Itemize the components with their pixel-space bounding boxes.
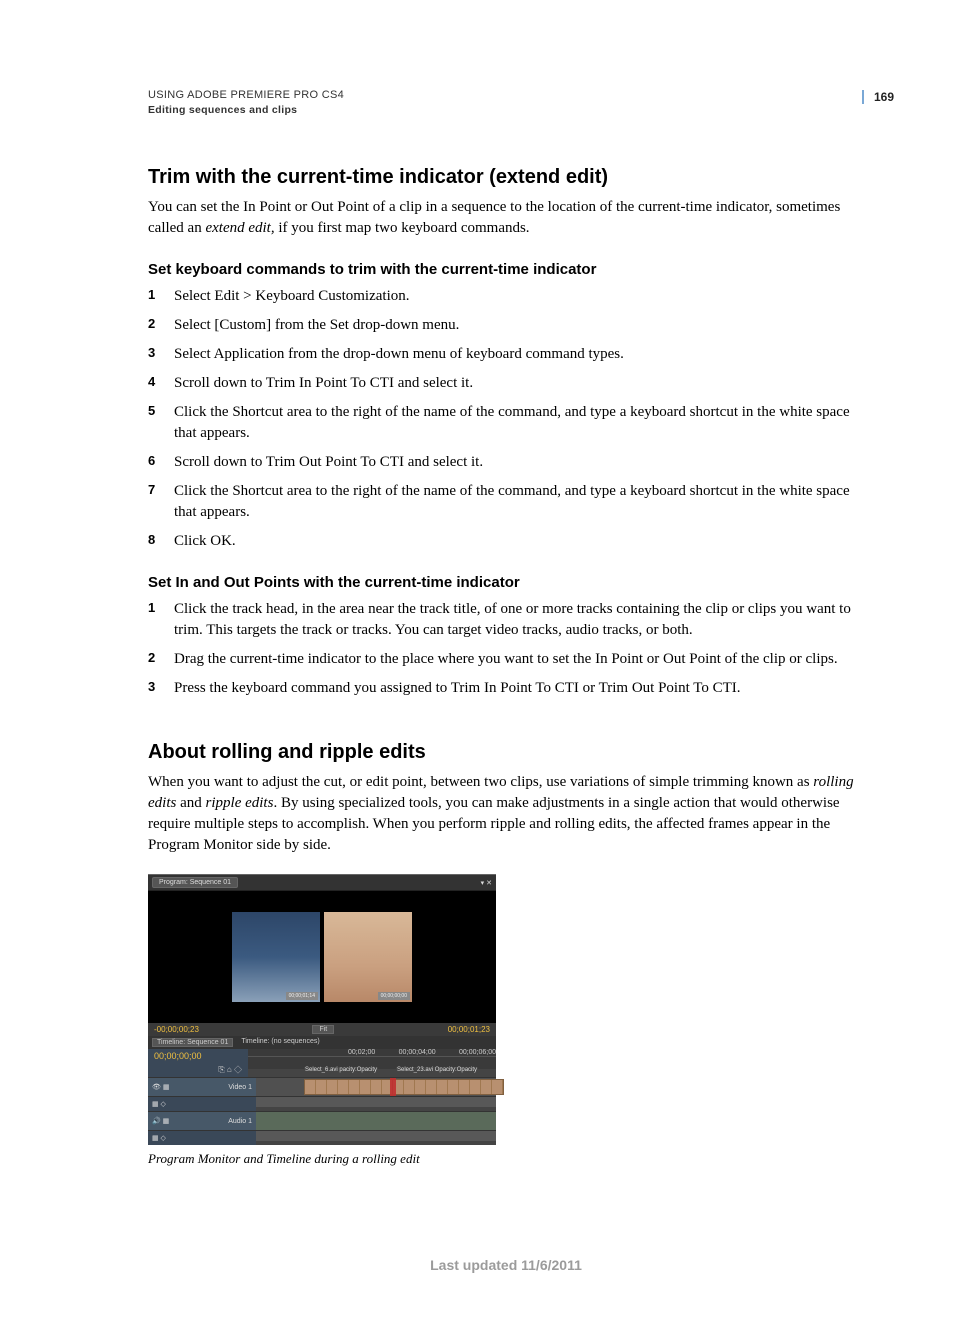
text: and <box>176 795 205 811</box>
audio-track-row: 🔊 ▦ Audio 1 <box>148 1111 496 1130</box>
intro-paragraph: You can set the In Point or Out Point of… <box>148 197 864 239</box>
heading-set-keyboard-commands: Set keyboard commands to trim with the c… <box>148 261 864 278</box>
track-spacer <box>256 1131 496 1141</box>
timeline-tab-active: Timeline: Sequence 01 <box>152 1038 233 1047</box>
right-timecode: 00;00;01;23 <box>448 1025 490 1034</box>
step: Click the Shortcut area to the right of … <box>148 481 864 523</box>
speaker-icon: 🔊 ▦ <box>152 1117 169 1125</box>
video-track-head: 👁 ▦ Video 1 <box>148 1078 256 1096</box>
page-number: 169 <box>862 90 894 104</box>
timeline-tabbar: Timeline: Sequence 01 Timeline: (no sequ… <box>148 1036 496 1049</box>
heading-set-in-out-points: Set In and Out Points with the current-t… <box>148 574 864 591</box>
left-timecode: -00;00;00;23 <box>154 1025 199 1034</box>
figure-caption: Program Monitor and Timeline during a ro… <box>148 1151 864 1167</box>
text: When you want to adjust the cut, or edit… <box>148 774 813 790</box>
zoom-fit-dropdown: Fit <box>312 1025 334 1034</box>
track-spacer <box>256 1097 496 1107</box>
video-track-label: Video 1 <box>228 1084 252 1091</box>
audio-track-label: Audio 1 <box>228 1118 252 1125</box>
text: if you first map two keyboard commands. <box>275 220 530 236</box>
program-monitor-view: 00;00;01;14 00;00;00;00 <box>148 891 496 1023</box>
incoming-frame: 00;00;00;00 <box>324 912 412 1002</box>
step: Press the keyboard command you assigned … <box>148 678 864 699</box>
step: Drag the current-time indicator to the p… <box>148 649 864 670</box>
step: Select Edit > Keyboard Customization. <box>148 286 864 307</box>
step: Click the track head, in the area near t… <box>148 599 864 641</box>
audio-track-head: 🔊 ▦ Audio 1 <box>148 1112 256 1130</box>
ruler-tick: 00;02;00 <box>348 1049 375 1056</box>
video-track: Select_6.avi pacity:Opacity Select_23.av… <box>256 1078 496 1096</box>
outgoing-frame: 00;00;01;14 <box>232 912 320 1002</box>
panel-menu-icon: ▾ ✕ <box>481 879 492 887</box>
timeline-tool-icons: ⎘ ⌂ ◇ <box>148 1063 248 1077</box>
step: Select [Custom] from the Set drop-down m… <box>148 315 864 336</box>
timeline-panel: Timeline: Sequence 01 Timeline: (no sequ… <box>148 1036 496 1145</box>
step: Scroll down to Trim In Point To CTI and … <box>148 373 864 394</box>
audio-track-controls-row: ▦ ◇ <box>148 1130 496 1145</box>
steps-keyboard-commands: Select Edit > Keyboard Customization. Se… <box>148 286 864 552</box>
heading-trim-extend-edit: Trim with the current-time indicator (ex… <box>148 166 864 189</box>
steps-in-out-points: Click the track head, in the area near t… <box>148 599 864 699</box>
audio-track-controls: ▦ ◇ <box>148 1131 256 1145</box>
term-ripple-edits: ripple edits <box>206 795 274 811</box>
step: Click the Shortcut area to the right of … <box>148 402 864 444</box>
heading-rolling-ripple: About rolling and ripple edits <box>148 741 864 764</box>
doc-title: USING ADOBE PREMIERE PRO CS4 <box>148 88 864 103</box>
figure-rolling-edit: Program: Sequence 01 ▾ ✕ 00;00;01;14 00;… <box>148 874 864 1167</box>
screenshot-mock: Program: Sequence 01 ▾ ✕ 00;00;01;14 00;… <box>148 874 496 1145</box>
audio-track <box>256 1112 496 1130</box>
video-track-controls: ▦ ◇ <box>148 1097 256 1111</box>
video-track-row: 👁 ▦ Video 1 Select_6.avi pacity:Opacity … <box>148 1077 496 1096</box>
term-extend-edit: extend edit, <box>205 220 274 236</box>
program-monitor-timecode-bar: -00;00;00;23 Fit 00;00;01;23 <box>148 1023 496 1036</box>
section-title: Editing sequences and clips <box>148 103 864 118</box>
step: Click OK. <box>148 531 864 552</box>
timeline-cti-timecode: 00;00;00;00 <box>148 1049 248 1063</box>
clip-a <box>304 1079 394 1095</box>
intro-rolling-ripple: When you want to adjust the cut, or edit… <box>148 772 864 856</box>
page: 169 USING ADOBE PREMIERE PRO CS4 Editing… <box>0 0 954 1333</box>
program-monitor-tab: Program: Sequence 01 <box>152 877 238 888</box>
rolling-edit-point <box>390 1078 396 1096</box>
clip-b <box>392 1079 504 1095</box>
timeline-tab-inactive: Timeline: (no sequences) <box>241 1038 319 1047</box>
ruler-tick: 00;00;06;00 <box>459 1049 496 1056</box>
video-track-controls-row: ▦ ◇ <box>148 1096 496 1111</box>
step: Select Application from the drop-down me… <box>148 344 864 365</box>
clip-b-label: Select_23.avi Opacity:Opacity <box>396 1067 478 1073</box>
ruler-tick: 00;00;04;00 <box>399 1049 436 1056</box>
step: Scroll down to Trim Out Point To CTI and… <box>148 452 864 473</box>
footer-last-updated: Last updated 11/6/2011 <box>148 1257 864 1273</box>
clip-a-label: Select_6.avi pacity:Opacity <box>304 1067 378 1073</box>
eye-icon: 👁 ▦ <box>152 1083 169 1091</box>
outgoing-frame-timecode: 00;00;01;14 <box>286 992 318 1000</box>
timeline-ruler: 00;02;00 00;00;04;00 00;00;06;00 <box>248 1049 496 1056</box>
incoming-frame-timecode: 00;00;00;00 <box>378 992 410 1000</box>
program-monitor-tabbar: Program: Sequence 01 ▾ ✕ <box>148 874 496 891</box>
running-header: USING ADOBE PREMIERE PRO CS4 Editing seq… <box>148 88 864 118</box>
